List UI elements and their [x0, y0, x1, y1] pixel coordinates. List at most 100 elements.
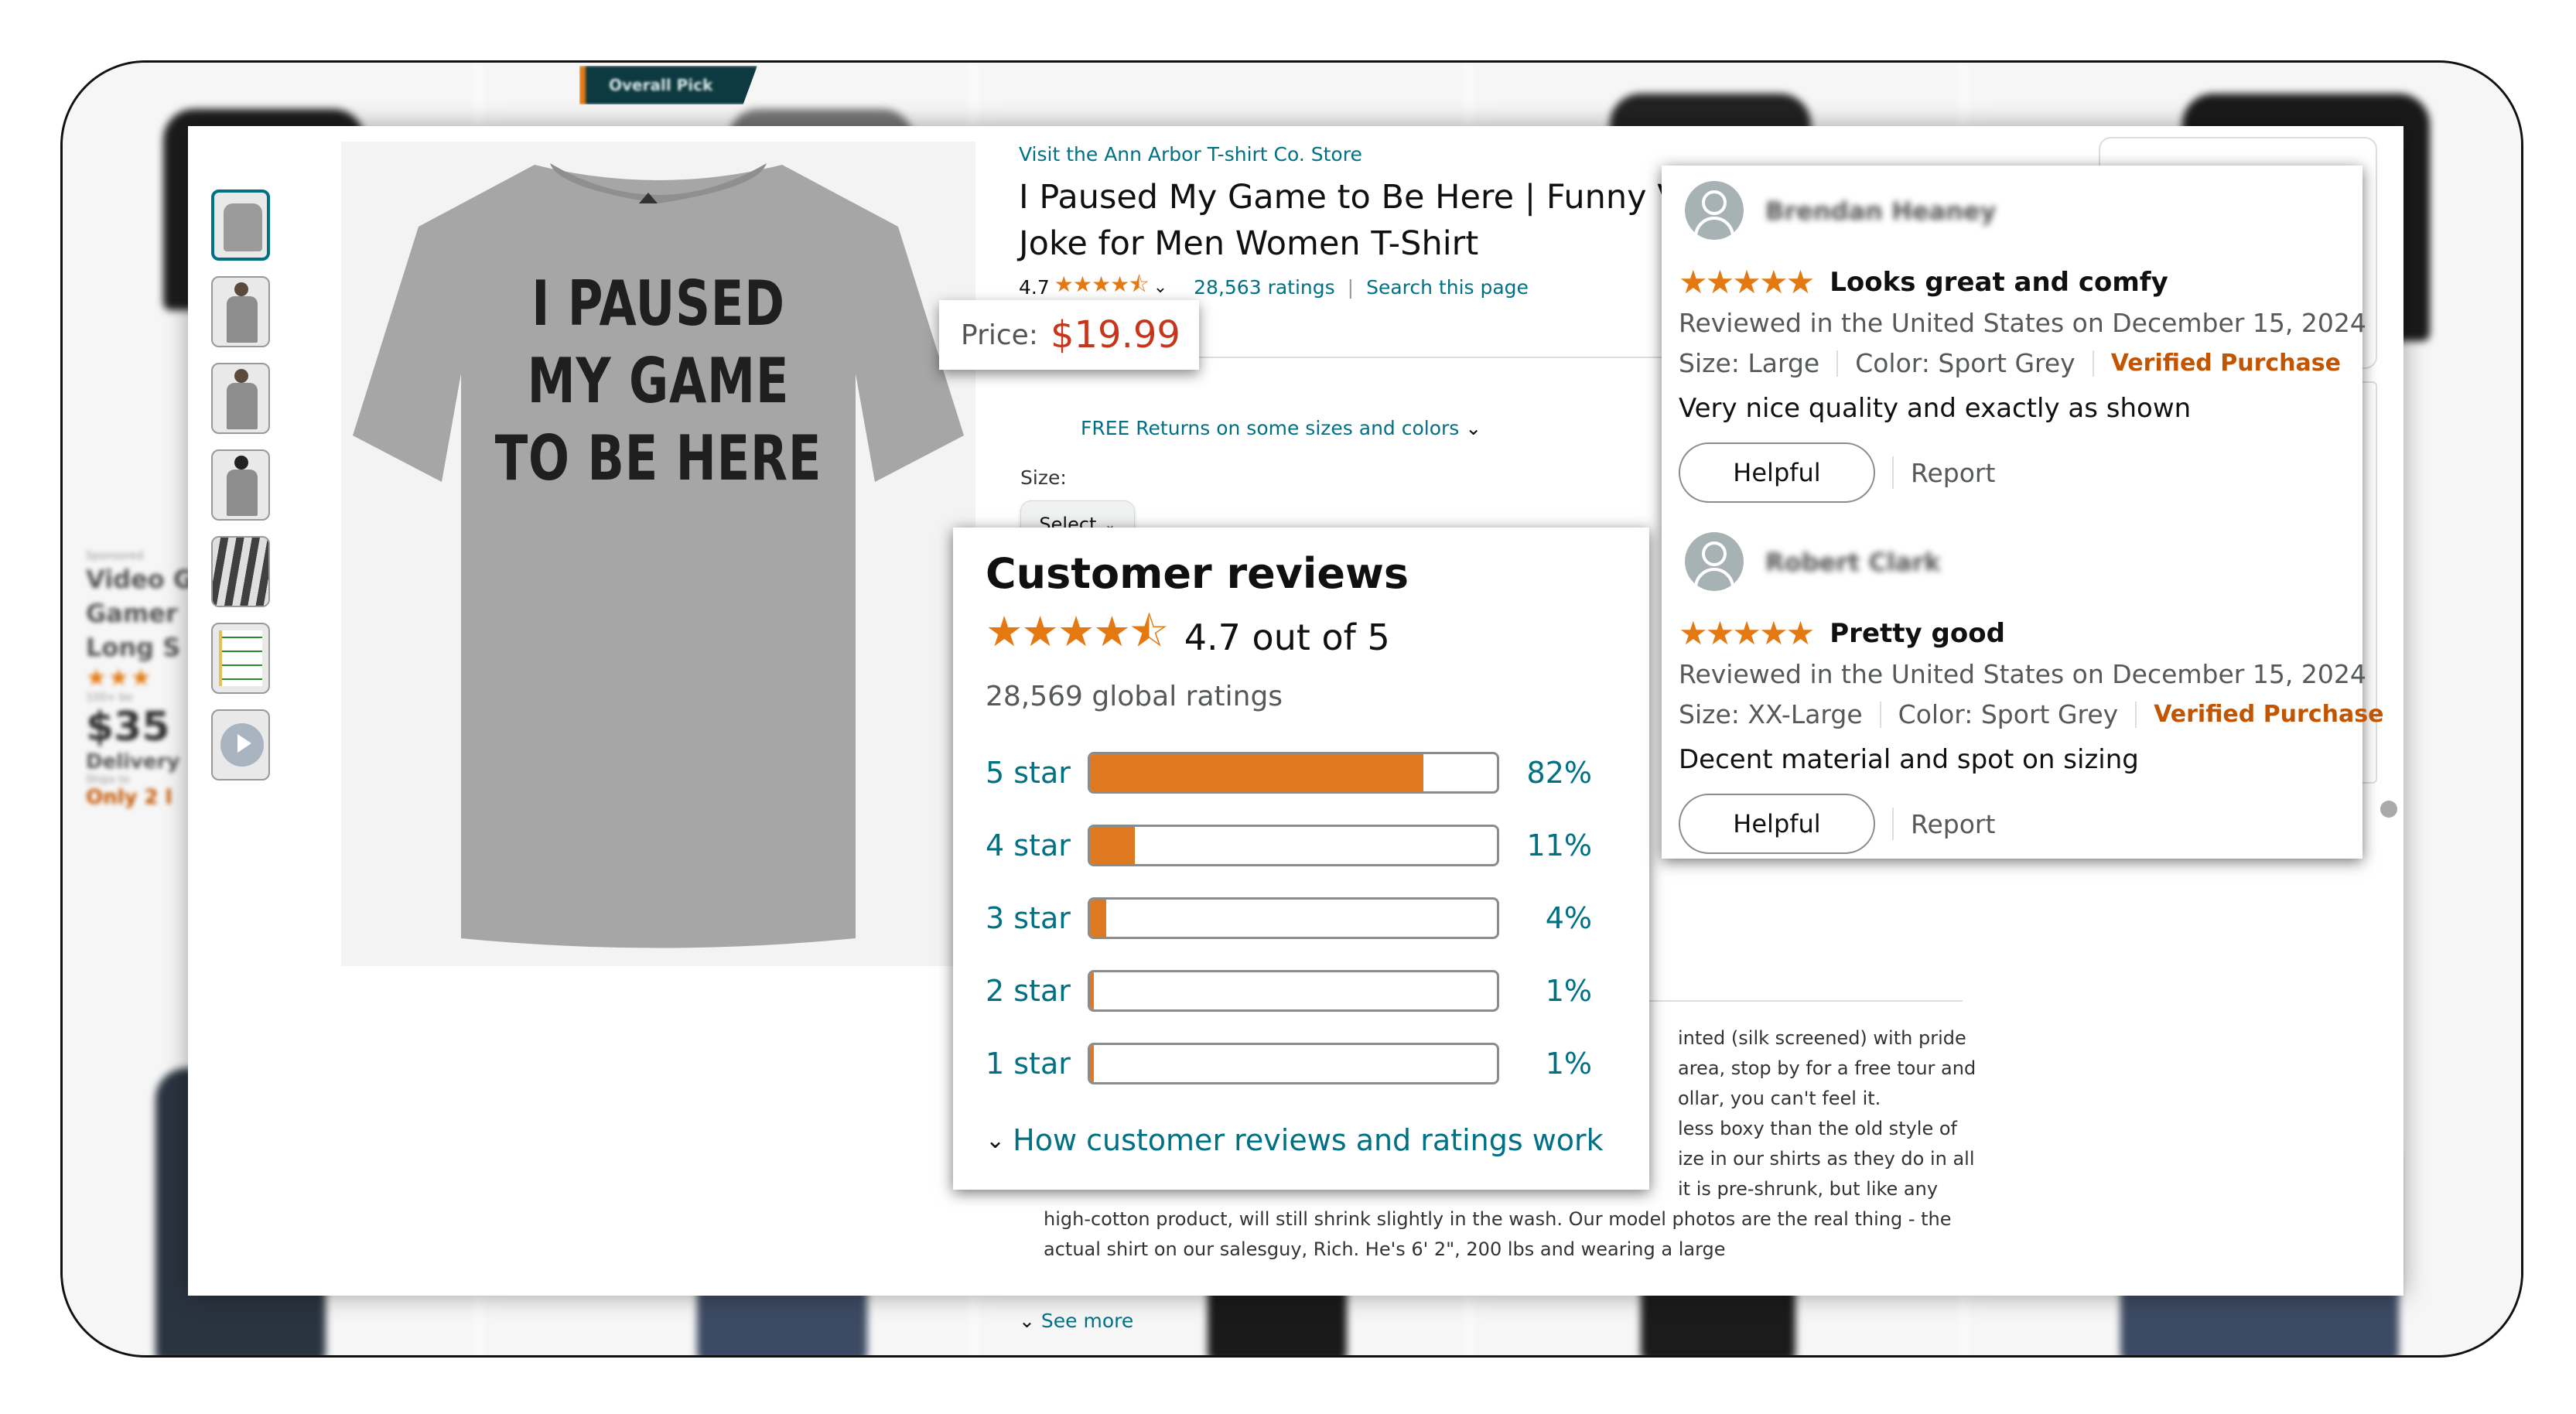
thumbnail-model-front[interactable] [211, 276, 270, 347]
shirt-print-text: I PAUSED MY GAME TO BE HERE [411, 265, 906, 497]
histogram-percent[interactable]: 1% [1499, 1047, 1592, 1081]
product-title: I Paused My Game to Be Here | Funny Vide… [1019, 178, 1751, 263]
separator [1836, 350, 1839, 377]
review-body: Very nice quality and exactly as shown [1679, 393, 2192, 424]
histogram-row[interactable]: 1 star 1% [986, 1027, 1592, 1100]
review-headline: ★★★★★ Pretty good [1679, 614, 2005, 652]
chevron-down-icon: ⌄ [1465, 417, 1482, 439]
separator [1892, 808, 1894, 840]
separator [2135, 701, 2137, 728]
avatar [1685, 181, 1744, 240]
histogram-bar-fill [1090, 827, 1135, 864]
how-reviews-work-label: How customer reviews and ratings work [1013, 1123, 1604, 1157]
verified-purchase-badge: Verified Purchase [2154, 701, 2384, 728]
description-line: actual shirt on our salesguy, Rich. He's… [1044, 1238, 1726, 1260]
histogram-bar[interactable] [1088, 897, 1499, 939]
review-stars-icon: ★★★★★ [1679, 263, 1815, 301]
histogram-bar-fill [1090, 972, 1095, 1009]
review-attributes: Size: XX-Large Color: Sport Grey Verifie… [1679, 699, 2383, 729]
separator: | [1347, 275, 1355, 299]
average-rating: ★★★★⯪ 4.7 out of 5 [986, 602, 1390, 673]
chevron-down-icon[interactable]: ⌄ [1153, 278, 1167, 297]
review-list-panel: Brendan Heaney ★★★★★ Looks great and com… [1662, 166, 2383, 859]
global-ratings-count: 28,569 global ratings [986, 681, 1283, 712]
average-rating-text: 4.7 out of 5 [1184, 616, 1390, 658]
histogram-percent[interactable]: 1% [1499, 974, 1592, 1008]
rating-histogram: 5 star 82% 4 star 11% 3 star 4% 2 star 1% 1 star… [986, 736, 1592, 1100]
review-color: Color: Sport Grey [1855, 348, 2075, 378]
separator [2092, 350, 2094, 377]
price-label: Price: [961, 319, 1038, 351]
size-label: Size: [1020, 466, 1067, 489]
main-product-image[interactable]: I PAUSED MY GAME TO BE HERE [341, 142, 975, 966]
shirt-print-line: MY GAME [527, 345, 790, 417]
average-stars-icon: ★★★★⯪ [986, 607, 1169, 656]
review-title[interactable]: Pretty good [1830, 618, 2005, 649]
histogram-star-label[interactable]: 3 star [986, 901, 1088, 935]
thumbnail-front[interactable] [211, 190, 270, 261]
verified-purchase-badge: Verified Purchase [2110, 350, 2341, 377]
histogram-bar[interactable] [1088, 752, 1499, 794]
histogram-percent[interactable]: 82% [1499, 756, 1592, 790]
report-link[interactable]: Report [1911, 458, 1995, 488]
thumbnail-model-back[interactable] [211, 449, 270, 521]
thumbnail-print-closeup[interactable] [211, 536, 270, 607]
free-returns-link[interactable]: FREE Returns on some sizes and colors ⌄ [1081, 417, 1481, 439]
review-title[interactable]: Looks great and comfy [1830, 267, 2168, 298]
chevron-down-icon: ⌄ [986, 1126, 1006, 1154]
histogram-bar[interactable] [1088, 825, 1499, 866]
price-callout: Price: $19.99 [939, 300, 1199, 370]
search-page-link[interactable]: Search this page [1366, 276, 1529, 299]
avatar [1685, 532, 1744, 591]
review-color: Color: Sport Grey [1898, 699, 2119, 729]
histogram-row[interactable]: 5 star 82% [986, 736, 1592, 809]
histogram-bar-fill [1090, 900, 1107, 937]
divider [1638, 1000, 1963, 1002]
review-headline: ★★★★★ Looks great and comfy [1679, 263, 2168, 301]
histogram-row[interactable]: 2 star 1% [986, 955, 1592, 1027]
store-link[interactable]: Visit the Ann Arbor T-shirt Co. Store [1019, 143, 1362, 166]
see-more-link[interactable]: ⌄ See more [1019, 1310, 1133, 1332]
review-size: Size: Large [1679, 348, 1820, 378]
histogram-bar[interactable] [1088, 970, 1499, 1012]
shirt-print-line: I PAUSED [531, 268, 785, 340]
shirt-print-line: TO BE HERE [494, 422, 822, 494]
report-link[interactable]: Report [1911, 809, 1995, 839]
histogram-bar[interactable] [1088, 1043, 1499, 1084]
review-date: Reviewed in the United States on Decembe… [1679, 308, 2366, 338]
histogram-row[interactable]: 4 star 11% [986, 809, 1592, 882]
thumbnail-strip [211, 190, 270, 796]
reviewer-name[interactable]: Brendan Heaney [1765, 196, 1997, 226]
play-icon [237, 734, 251, 753]
overall-pick-badge: Overall Pick [579, 66, 757, 104]
histogram-star-label[interactable]: 1 star [986, 1047, 1088, 1081]
separator [1879, 701, 1881, 728]
rating-value: 4.7 [1019, 275, 1050, 299]
histogram-bar-fill [1090, 754, 1424, 791]
histogram-star-label[interactable]: 4 star [986, 828, 1088, 862]
how-reviews-work-link[interactable]: ⌄ How customer reviews and ratings work [986, 1123, 1604, 1157]
thumbnail-video[interactable] [211, 709, 270, 780]
histogram-star-label[interactable]: 2 star [986, 974, 1088, 1008]
info-icon[interactable] [2380, 801, 2397, 818]
histogram-star-label[interactable]: 5 star [986, 756, 1088, 790]
histogram-percent[interactable]: 11% [1499, 828, 1592, 862]
histogram-row[interactable]: 3 star 4% [986, 882, 1592, 955]
review-date: Reviewed in the United States on Decembe… [1679, 659, 2366, 689]
review-body: Decent material and spot on sizing [1679, 744, 2139, 775]
review-size: Size: XX-Large [1679, 699, 1863, 729]
thumbnail-model-side[interactable] [211, 363, 270, 434]
review-actions: Helpful Report [1679, 442, 1995, 503]
ratings-count-link[interactable]: 28,563 ratings [1194, 276, 1335, 299]
customer-reviews-title: Customer reviews [986, 549, 1409, 598]
price-value: $19.99 [1050, 313, 1180, 357]
thumbnail-size-chart[interactable] [211, 623, 270, 694]
customer-reviews-panel: Customer reviews ★★★★⯪ 4.7 out of 5 28,5… [953, 528, 1649, 1190]
reviewer-name[interactable]: Robert Clark [1765, 548, 1941, 577]
chevron-down-icon: ⌄ [1019, 1310, 1035, 1332]
histogram-percent[interactable]: 4% [1499, 901, 1592, 935]
histogram-bar-fill [1090, 1045, 1095, 1082]
helpful-button[interactable]: Helpful [1679, 442, 1875, 503]
description-line: high-cotton product, will still shrink s… [1044, 1208, 1952, 1230]
helpful-button[interactable]: Helpful [1679, 794, 1875, 854]
